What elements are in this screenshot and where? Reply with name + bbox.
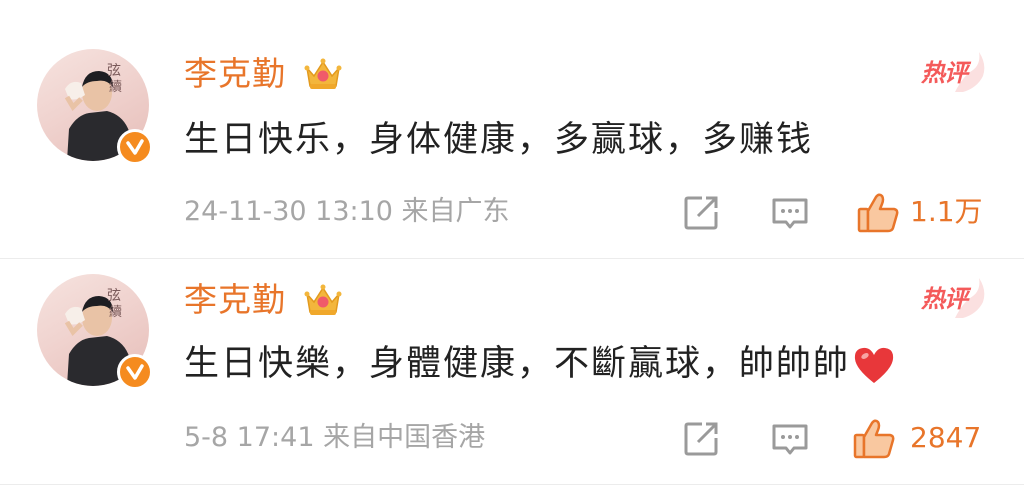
avatar[interactable]: 弦 續 [37,274,153,390]
share-icon[interactable] [682,420,720,458]
divider [0,484,1024,485]
comment-meta: 5-8 17:41 来自中国香港 [184,422,486,453]
like-icon[interactable] [852,417,896,461]
comment-meta: 24-11-30 13:10 来自广东 [184,196,510,227]
hot-comment-badge: 热评 [915,276,985,320]
like-count: 2847 [910,421,982,454]
svg-text:弦: 弦 [107,63,121,79]
comment-item: 弦 續 李克勤 热评 生日快樂，身體健康，不斷贏球，帥帥帥 5-8 17:41 … [0,244,1024,487]
comment-item: 弦 續 李克勤 热评 生日快乐，身体健康，多赢球，多赚钱 24-11-30 13… [0,0,1024,243]
heart-emoji-icon [854,347,894,383]
svg-text:續: 續 [109,80,122,95]
verified-icon [117,354,153,390]
username[interactable]: 李克勤 [184,52,286,96]
avatar[interactable]: 弦 續 [37,49,153,165]
verified-icon [117,129,153,165]
comment-text-body: 生日快樂，身體健康，不斷贏球，帥帥帥 [184,344,851,384]
comment-text: 生日快樂，身體健康，不斷贏球，帥帥帥 [184,338,896,390]
svg-text:續: 續 [109,305,122,320]
reply-icon[interactable] [770,420,810,460]
username[interactable]: 李克勤 [184,278,286,322]
comment-text: 生日快乐，身体健康，多赢球，多赚钱 [184,114,813,166]
crown-icon [304,58,342,89]
like-icon[interactable] [856,191,900,235]
comment-text-body: 生日快乐，身体健康，多赢球，多赚钱 [184,120,814,160]
hot-comment-badge: 热评 [915,50,985,94]
hot-badge-label: 热评 [921,285,968,313]
svg-text:弦: 弦 [107,288,121,304]
crown-icon [304,284,342,315]
like-count: 1.1万 [910,195,983,228]
hot-badge-label: 热评 [921,59,968,87]
reply-icon[interactable] [770,194,810,234]
share-icon[interactable] [682,194,720,232]
